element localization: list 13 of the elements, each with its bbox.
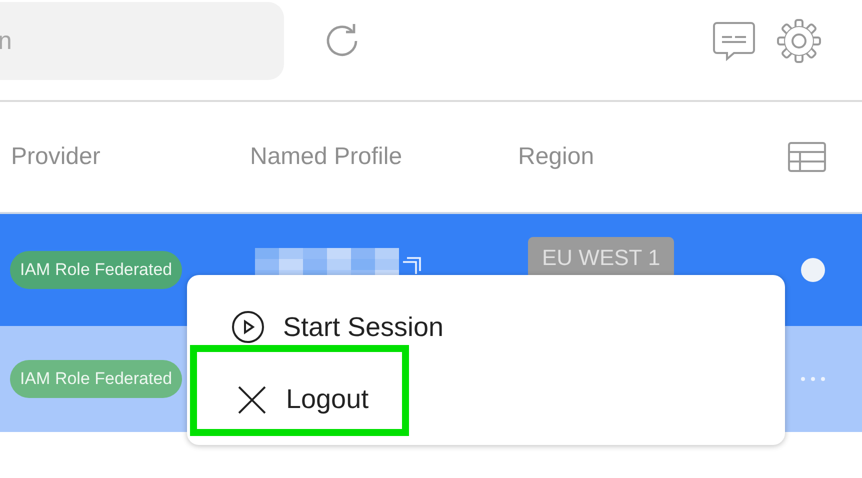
column-header[interactable]: Region	[518, 143, 778, 171]
copy-icon[interactable]	[401, 257, 421, 275]
chat-icon[interactable]	[712, 21, 756, 61]
table-icon[interactable]	[788, 142, 826, 172]
column-header[interactable]: Provider	[0, 143, 250, 171]
more-icon[interactable]	[800, 376, 826, 382]
play-icon	[231, 310, 265, 344]
settings-icon[interactable]	[776, 18, 822, 64]
provider-tag: IAM Role Federated	[10, 360, 182, 398]
status-dot	[800, 257, 826, 283]
search-field[interactable]: n	[0, 2, 284, 80]
column-header[interactable]: Named Profile	[250, 143, 518, 171]
provider-tag: IAM Role Federated	[10, 251, 182, 289]
